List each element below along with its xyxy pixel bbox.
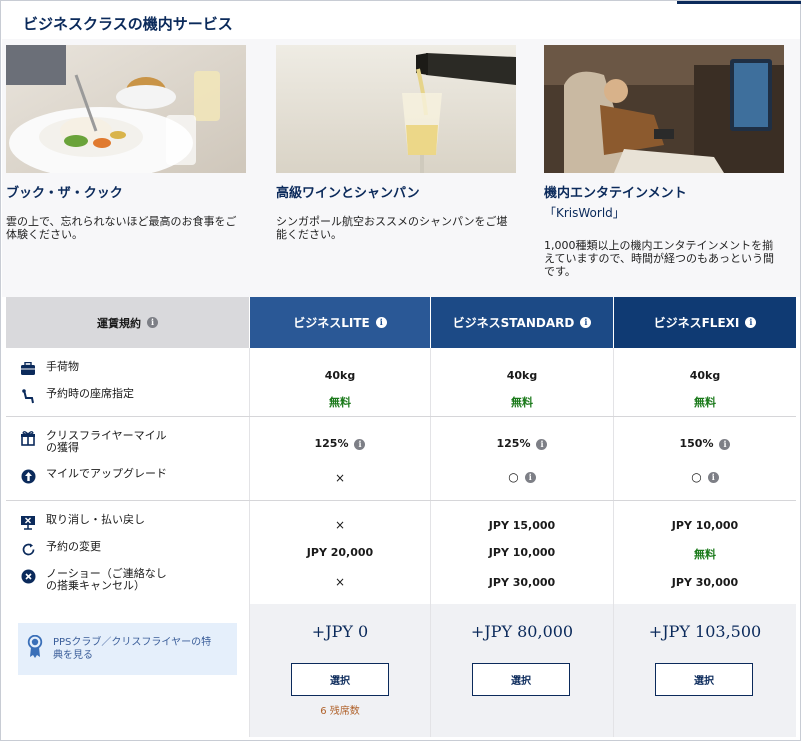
pps-club-benefits-link[interactable]: PPSクラブ／クリスフライヤーの特 典を見る <box>18 623 237 675</box>
seats-remaining-lite: 6 残席数 <box>320 706 360 717</box>
column-title: ビジネスFLEXI <box>653 316 740 330</box>
row-label-text: 手荷物 <box>46 360 79 373</box>
service-image-meal <box>6 45 246 173</box>
service-description: 雲の上で、忘れられないほど最高のお食事をご体験ください。 <box>6 215 237 241</box>
column-title: ビジネスLITE <box>293 316 370 330</box>
cell-cancel-flexi: JPY 10,000 <box>671 519 739 532</box>
info-icon[interactable]: i <box>375 317 387 328</box>
price-lite: +JPY 0 <box>311 622 369 641</box>
row-label-noshow: ノーショー（ご連絡なし の搭乗キャンセル） <box>19 568 167 592</box>
cell-baggage-standard: 40kg <box>506 369 538 382</box>
cell-cancel-standard: JPY 15,000 <box>488 519 556 532</box>
row-divider <box>6 416 796 417</box>
row-divider <box>6 500 796 501</box>
cell-baggage-lite: 40kg <box>324 369 356 382</box>
cell-cancel-lite: × <box>334 518 346 532</box>
column-header-standard: ビジネスSTANDARD i <box>431 297 613 348</box>
cell-value: ○ <box>508 470 519 484</box>
info-icon[interactable]: i <box>536 438 548 450</box>
row-label-text: 予約時の座席指定 <box>46 387 134 400</box>
select-button-standard[interactable]: 選択 <box>472 663 570 696</box>
info-icon[interactable]: i <box>707 472 719 483</box>
service-title: ブック・ザ・クック <box>6 186 123 201</box>
services-section: ブック・ザ・クック 雲の上で、忘れられないほど最高のお食事をご体験ください。 高… <box>2 39 800 297</box>
row-label-line: の獲得 <box>46 441 79 454</box>
info-icon[interactable]: i <box>524 472 536 483</box>
cell-upgrade-flexi: ○ i <box>614 470 796 484</box>
row-label-miles: クリスフライヤーマイル の獲得 <box>19 430 167 454</box>
noshow-x-icon <box>19 568 37 584</box>
cell-value: 125% <box>314 437 349 450</box>
row-label-text: 予約の変更 <box>46 540 101 553</box>
business-class-panel: ビジネスクラスの機内サービス ブック・ザ・クック 雲の上で、忘れられないほど最高… <box>0 0 801 741</box>
price-flexi: +JPY 103,500 <box>648 622 762 641</box>
service-subtitle: 「KrisWorld」 <box>544 206 625 220</box>
service-title: 高級ワインとシャンパン <box>276 186 420 201</box>
row-label-text: マイルでアップグレード <box>46 467 167 480</box>
row-label-line: の搭乗キャンセル） <box>46 579 145 592</box>
row-label-baggage: 手荷物 <box>19 361 79 377</box>
row-label-text: クリスフライヤーマイル の獲得 <box>46 430 167 454</box>
cell-change-lite: JPY 20,000 <box>306 546 374 559</box>
info-icon[interactable]: i <box>719 438 731 450</box>
cell-baggage-flexi: 40kg <box>689 369 721 382</box>
cell-seat-lite: 無料 <box>329 396 351 409</box>
info-icon[interactable]: i <box>580 317 592 328</box>
cell-seat-standard: 無料 <box>511 396 533 409</box>
cell-miles-flexi: 150% i <box>614 437 796 450</box>
pps-text-line: 典を見る <box>53 650 93 661</box>
fare-rules-header: 運賃規約 i <box>6 297 249 348</box>
column-header-lite: ビジネスLITE i <box>250 297 430 348</box>
column-title: ビジネスSTANDARD <box>452 316 575 330</box>
top-accent-bar <box>677 1 801 4</box>
cell-upgrade-lite: × <box>334 471 346 485</box>
row-label-seat: 予約時の座席指定 <box>19 388 134 404</box>
service-image-champagne <box>276 45 516 173</box>
service-description: シンガポール航空おススメのシャンパンをご堪能ください。 <box>276 215 508 241</box>
row-label-cancel: 取り消し・払い戻し <box>19 514 145 530</box>
cell-noshow-flexi: JPY 30,000 <box>671 576 739 589</box>
seat-icon <box>19 388 37 404</box>
service-card-cook: ブック・ザ・クック 雲の上で、忘れられないほど最高のお食事をご体験ください。 <box>6 45 246 241</box>
price-standard: +JPY 80,000 <box>470 622 574 641</box>
service-card-wine: 高級ワインとシャンパン シンガポール航空おススメのシャンパンをご堪能ください。 <box>276 45 516 241</box>
row-label-change: 予約の変更 <box>19 541 101 557</box>
cell-upgrade-standard: ○ i <box>431 470 613 484</box>
cell-value: 125% <box>496 437 531 450</box>
ribbon-badge-icon <box>27 634 43 663</box>
cell-value: ○ <box>691 470 702 484</box>
cell-value: 150% <box>679 437 714 450</box>
cell-change-flexi: 無料 <box>694 548 716 561</box>
service-image-seat <box>544 45 784 173</box>
page-title: ビジネスクラスの機内サービス <box>23 15 233 33</box>
cell-miles-lite: 125% i <box>250 437 430 450</box>
cell-miles-standard: 125% i <box>431 437 613 450</box>
cell-noshow-lite: × <box>334 575 346 589</box>
change-refresh-icon <box>19 541 37 557</box>
cell-seat-flexi: 無料 <box>694 396 716 409</box>
service-title: 機内エンタテインメント <box>544 186 687 201</box>
pps-link-text: PPSクラブ／クリスフライヤーの特 典を見る <box>53 636 211 662</box>
cell-change-standard: JPY 10,000 <box>488 546 556 559</box>
select-button-lite[interactable]: 選択 <box>291 663 389 696</box>
row-label-text: ノーショー（ご連絡なし の搭乗キャンセル） <box>46 568 167 592</box>
fare-rules-label: 運賃規約 <box>97 316 141 330</box>
info-icon[interactable]: i <box>745 317 757 328</box>
gift-icon <box>19 430 37 446</box>
info-icon[interactable]: i <box>147 317 158 328</box>
row-label-upgrade: マイルでアップグレード <box>19 468 167 484</box>
cancel-screen-icon <box>19 514 37 530</box>
info-icon[interactable]: i <box>354 438 366 450</box>
service-description: 1,000種類以上の機内エンタテインメントを揃えていますので、時間が経つのもあっ… <box>544 239 775 278</box>
column-header-flexi: ビジネスFLEXI i <box>614 297 796 348</box>
pps-text-line: PPSクラブ／クリスフライヤーの特 <box>53 637 212 648</box>
cell-noshow-standard: JPY 30,000 <box>488 576 556 589</box>
upgrade-arrow-icon <box>19 468 37 484</box>
select-button-flexi[interactable]: 選択 <box>655 663 753 696</box>
suitcase-icon <box>19 361 37 377</box>
service-card-entertainment: 機内エンタテインメント 「KrisWorld」 1,000種類以上の機内エンタテ… <box>544 45 784 278</box>
row-label-text: 取り消し・払い戻し <box>46 513 145 526</box>
